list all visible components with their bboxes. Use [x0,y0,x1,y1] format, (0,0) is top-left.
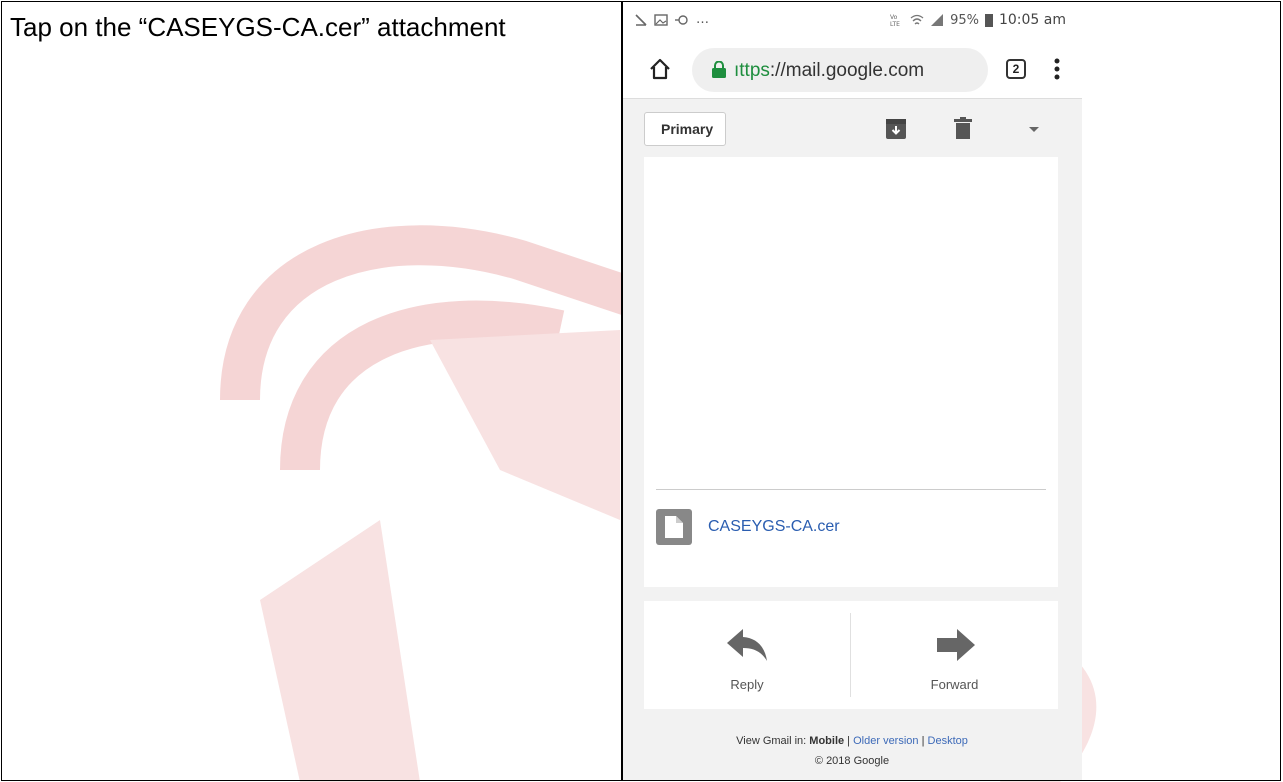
instruction-text: Tap on the “CASEYGS-CA.cer” attachment [10,12,506,42]
instruction-table: Tap on the “CASEYGS-CA.cer” attachment [1,1,1281,781]
table-cell-divider [621,2,623,780]
